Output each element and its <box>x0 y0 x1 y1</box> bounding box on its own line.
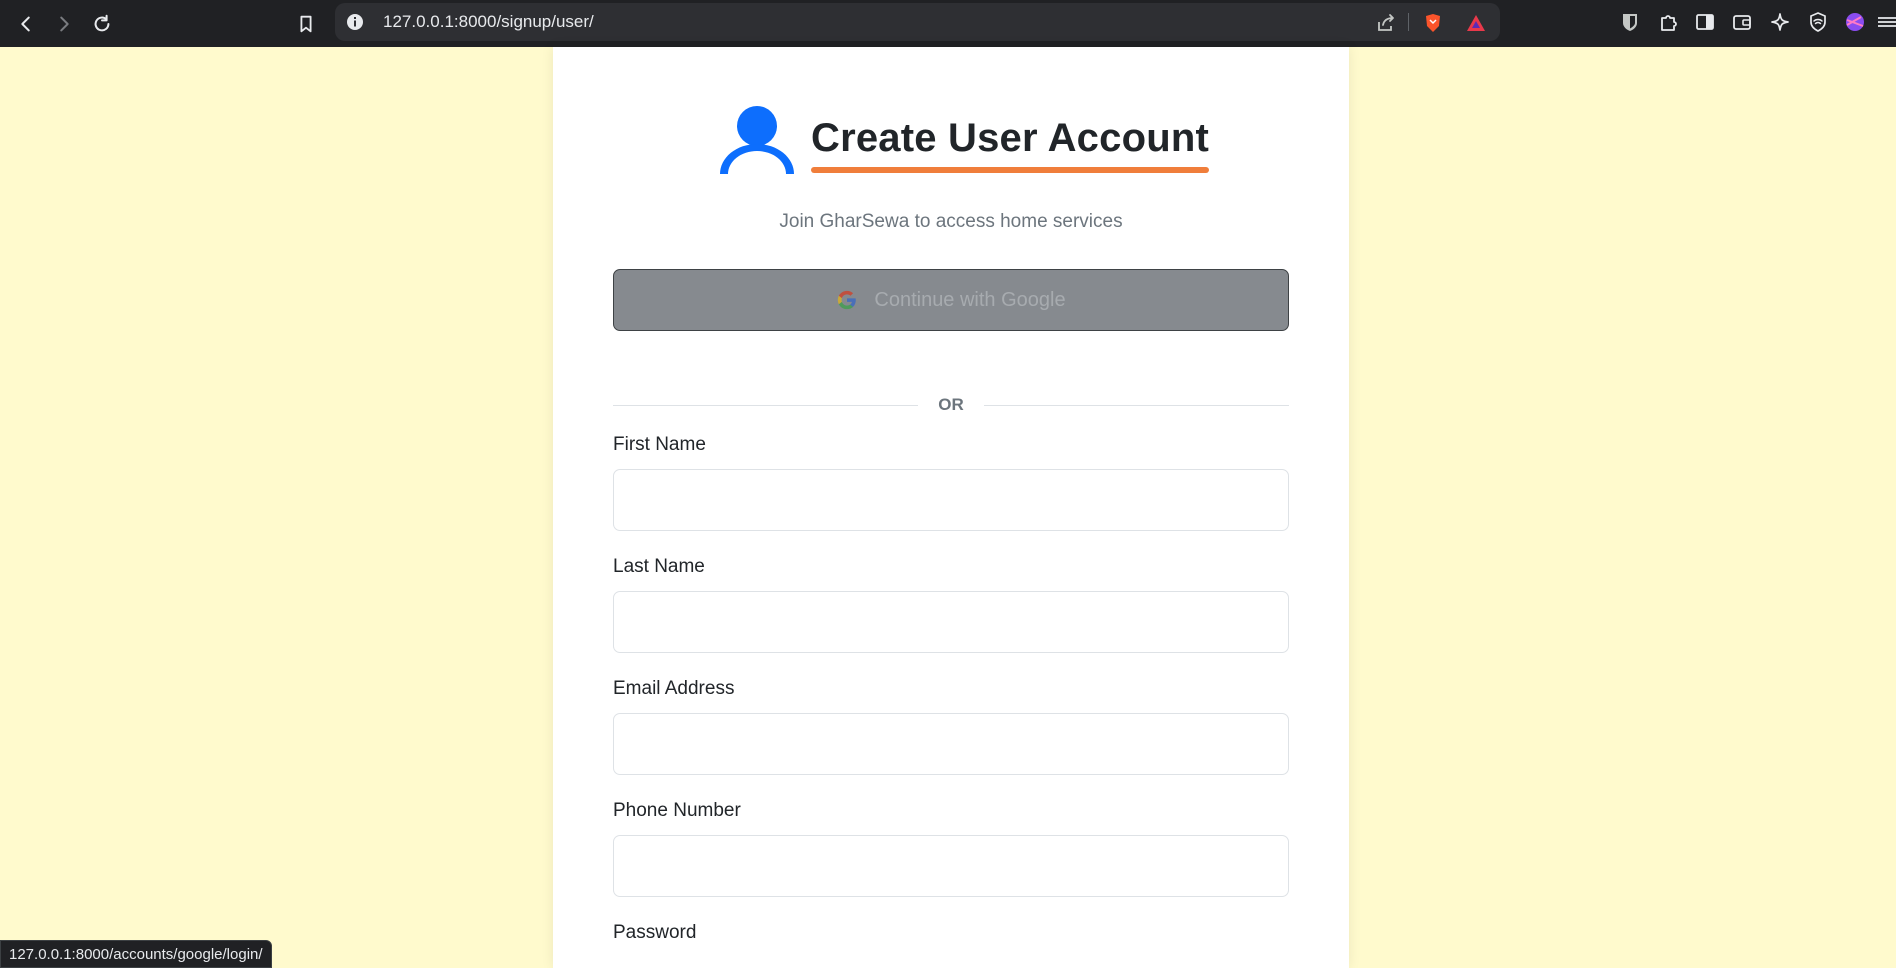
email-input[interactable] <box>613 713 1289 775</box>
url-text[interactable]: 127.0.0.1:8000/signup/user/ <box>383 3 594 41</box>
reload-button[interactable] <box>86 8 118 40</box>
leo-ai-button[interactable] <box>1768 10 1792 34</box>
puzzle-icon <box>1661 15 1677 31</box>
google-button-label: Continue with Google <box>874 288 1066 311</box>
wallet-button[interactable] <box>1730 10 1754 34</box>
browser-toolbar: 127.0.0.1:8000/signup/user/ <box>0 0 1896 47</box>
bookmark-icon <box>300 15 312 33</box>
bookmark-button[interactable] <box>290 8 322 40</box>
sidebar-icon <box>1696 14 1714 30</box>
address-bar[interactable]: 127.0.0.1:8000/signup/user/ <box>335 3 1500 41</box>
status-bar-link-preview: 127.0.0.1:8000/accounts/google/login/ <box>0 940 272 968</box>
sidebar-button[interactable] <box>1693 10 1717 34</box>
last-name-input[interactable] <box>613 591 1289 653</box>
sparkle-icon <box>1771 13 1789 31</box>
signup-card: Create User Account Join GharSewa to acc… <box>553 47 1349 968</box>
last-name-label: Last Name <box>613 556 705 577</box>
first-name-label: First Name <box>613 434 706 455</box>
forward-button[interactable] <box>48 8 80 40</box>
brave-rewards-icon[interactable] <box>1465 12 1487 34</box>
shield-wifi-icon <box>1810 12 1826 32</box>
user-icon <box>720 106 794 174</box>
chevron-left-icon <box>21 16 30 32</box>
brave-shields-icon[interactable] <box>1422 12 1444 34</box>
first-name-input[interactable] <box>613 469 1289 531</box>
continue-with-google-button[interactable]: Continue with Google <box>613 269 1289 331</box>
chevron-right-icon <box>60 16 69 32</box>
google-icon <box>838 290 857 310</box>
bitwarden-icon <box>1623 14 1637 31</box>
url-separator <box>1408 13 1409 31</box>
or-divider: OR <box>613 391 1289 419</box>
phone-input[interactable] <box>613 835 1289 897</box>
title-underline <box>811 167 1209 173</box>
extensions-button[interactable] <box>1656 10 1680 34</box>
page-subtitle: Join GharSewa to access home services <box>779 211 1123 232</box>
password-label: Password <box>613 922 697 943</box>
wallet-icon <box>1733 15 1751 30</box>
title-wrap: Create User Account <box>811 107 1209 173</box>
share-icon[interactable] <box>1375 12 1397 34</box>
bitwarden-extension-button[interactable] <box>1618 10 1642 34</box>
info-icon[interactable] <box>345 12 365 32</box>
reload-icon <box>94 14 110 32</box>
divider-line-right <box>984 405 1289 406</box>
profile-avatar-icon <box>1846 13 1864 31</box>
page-title: Create User Account <box>811 116 1209 160</box>
profile-button[interactable] <box>1843 10 1867 34</box>
menu-button[interactable] <box>1874 10 1896 34</box>
vpn-button[interactable] <box>1806 10 1830 34</box>
menu-icon <box>1878 17 1896 27</box>
phone-label: Phone Number <box>613 800 741 821</box>
back-button[interactable] <box>10 8 42 40</box>
email-label: Email Address <box>613 678 735 699</box>
